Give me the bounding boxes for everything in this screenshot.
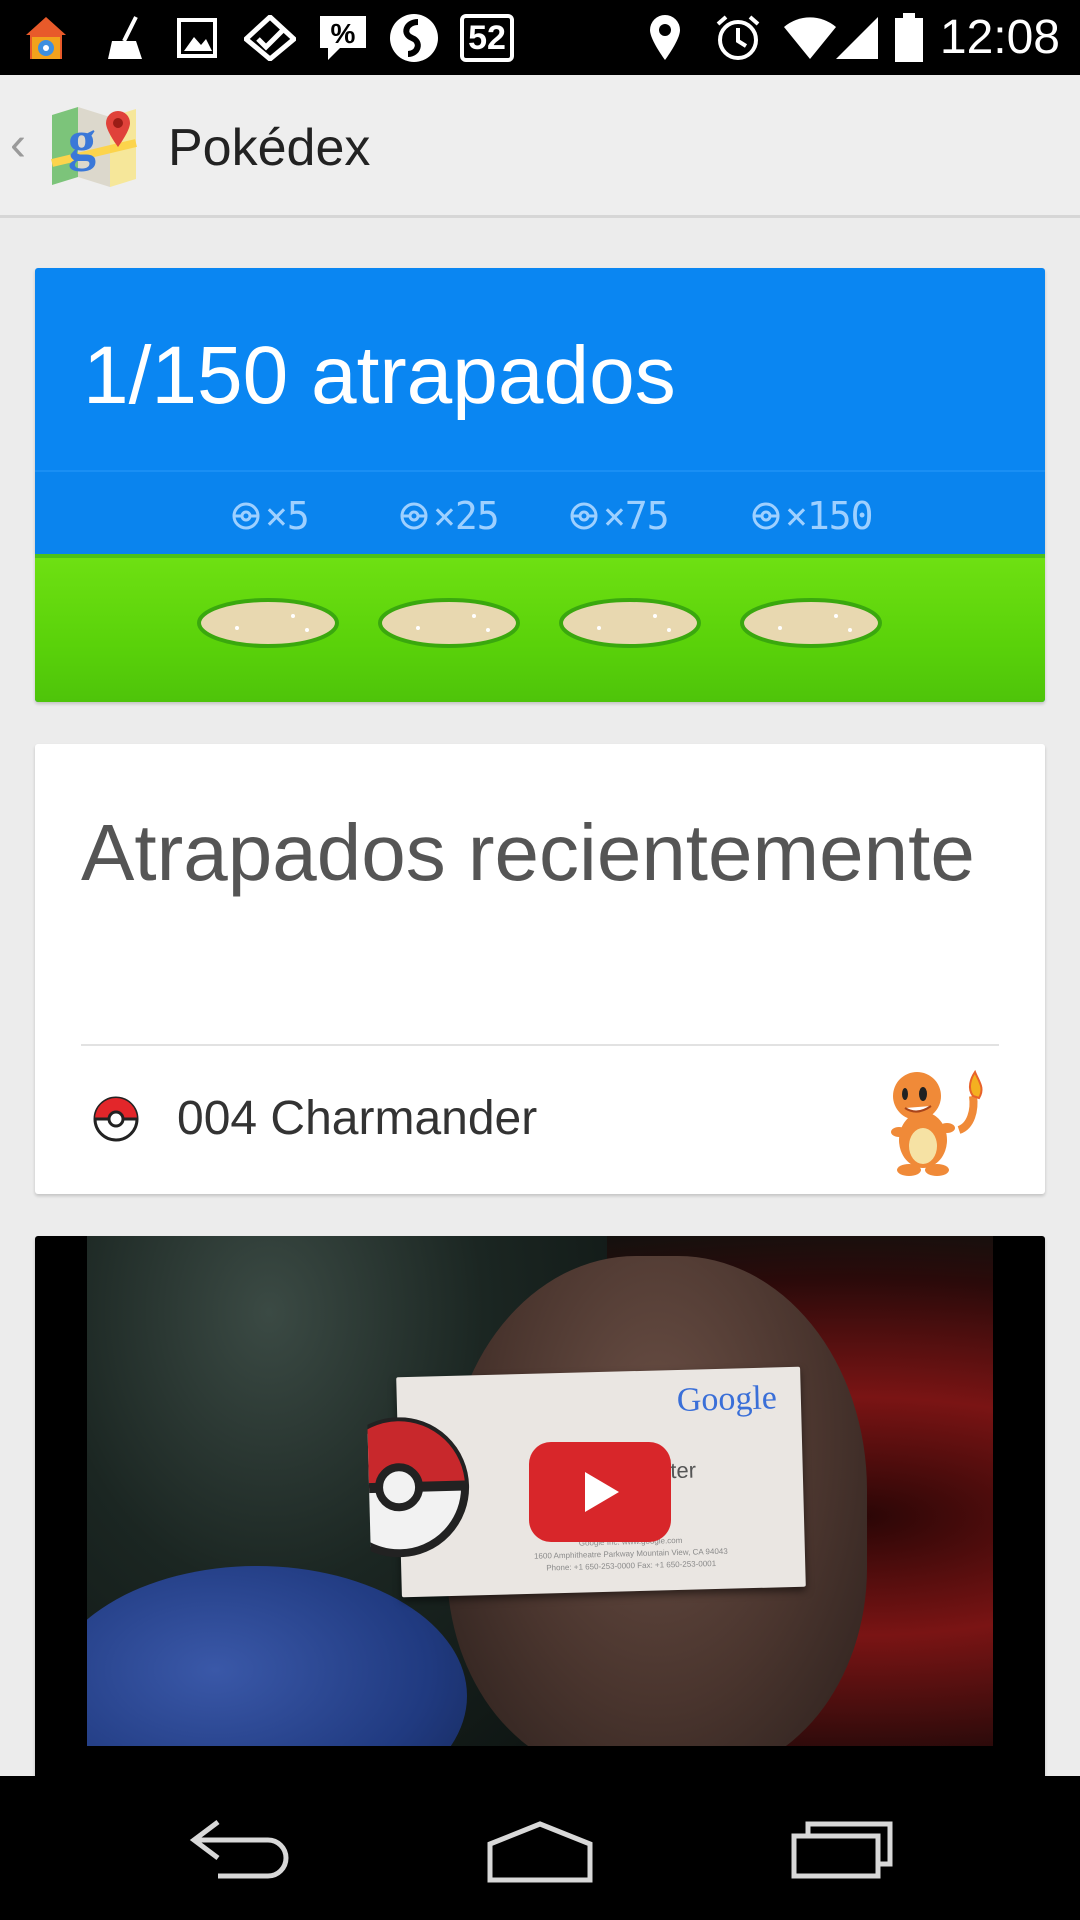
milestone-label: ×75: [603, 494, 670, 538]
pokeball-outline-icon: [752, 502, 780, 530]
brand-text: Google: [676, 1379, 778, 1419]
empty-pad-2: [378, 598, 520, 648]
milestone-label: ×25: [433, 494, 500, 538]
milestone-5: ×5: [231, 494, 310, 538]
badge-52-icon: 52: [458, 12, 516, 64]
recently-caught-heading: Atrapados recientemente: [81, 808, 975, 897]
grass-field: [35, 554, 1045, 702]
pokeball-outline-icon: [232, 502, 260, 530]
caught-count-title: 1/150 atrapados: [83, 330, 676, 421]
milestone-150: ×150: [751, 494, 874, 538]
list-item[interactable]: 004 Charmander: [35, 1046, 1045, 1194]
home-color-icon: [24, 12, 68, 64]
battery-icon: [894, 12, 924, 64]
pokeball-outline-icon: [570, 502, 598, 530]
pokemon-name: 004 Charmander: [177, 1092, 538, 1145]
back-caret-icon[interactable]: ‹: [10, 115, 26, 175]
empty-pad-4: [740, 598, 882, 648]
clock: 12:08: [939, 11, 1060, 64]
status-bar: % 52 12:08: [0, 0, 1080, 75]
double-check-icon: [244, 12, 296, 64]
youtube-play-icon[interactable]: [529, 1442, 671, 1542]
wifi-icon: [782, 12, 838, 64]
milestone-25: ×25: [399, 494, 500, 538]
google-wordmark: Google: [676, 1379, 777, 1420]
action-bar: ‹ g Pokédex: [0, 75, 1080, 218]
svg-text:g: g: [68, 110, 96, 172]
page-title: Pokédex: [168, 119, 371, 177]
google-maps-icon[interactable]: g: [48, 103, 140, 189]
video-card[interactable]: Google Master Google Inc. www.google.com…: [35, 1236, 1045, 1786]
home-nav-icon[interactable]: [484, 1810, 596, 1886]
location-icon: [648, 12, 682, 64]
percent-bubble-icon: %: [316, 12, 370, 64]
caught-progress-card[interactable]: 1/150 atrapados ×5 ×25 ×75 ×150: [35, 268, 1045, 702]
milestone-label: ×150: [785, 494, 874, 538]
pokeball-outline-icon: [400, 502, 428, 530]
navigation-bar: [0, 1776, 1080, 1920]
charmander-sprite: [891, 1069, 983, 1176]
shazam-icon: [388, 12, 440, 64]
video-thumbnail[interactable]: Google Master Google Inc. www.google.com…: [87, 1236, 993, 1746]
recently-caught-card: Atrapados recientemente 004 Charmander: [35, 744, 1045, 1194]
milestone-strip: ×5 ×25 ×75 ×150: [35, 470, 1045, 556]
signal-icon: [834, 12, 880, 64]
back-nav-icon[interactable]: [188, 1810, 292, 1886]
notification-count: 52: [460, 14, 514, 62]
image-icon: [176, 12, 218, 64]
milestone-label: ×5: [265, 494, 310, 538]
empty-pad-3: [559, 598, 701, 648]
broom-icon: [106, 12, 146, 64]
alarm-icon: [714, 12, 762, 64]
milestone-75: ×75: [569, 494, 670, 538]
svg-text:%: %: [331, 18, 356, 49]
screen: % 52 12:08 ‹ g Pokédex 1/150 atrapados ×…: [0, 0, 1080, 1920]
pokeball-icon: [93, 1096, 139, 1142]
empty-pad-1: [197, 598, 339, 648]
card-pokeball-icon: [367, 1417, 470, 1558]
recents-nav-icon[interactable]: [790, 1810, 896, 1886]
